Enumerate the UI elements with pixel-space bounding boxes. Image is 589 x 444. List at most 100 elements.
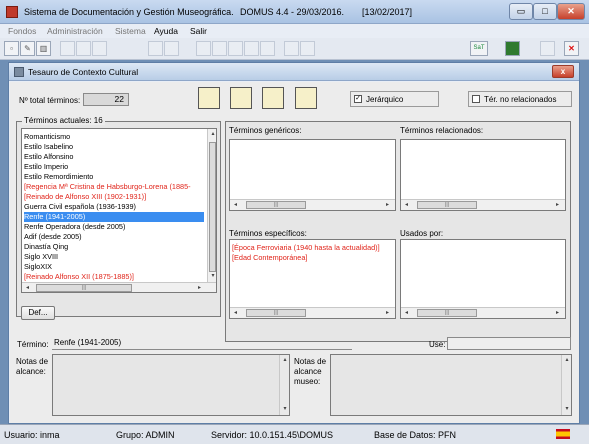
- list-item[interactable]: SigloXIX: [24, 262, 204, 272]
- sat-icon[interactable]: SaT: [470, 41, 488, 56]
- status-grupo: Grupo: ADMIN: [116, 430, 175, 440]
- list-item[interactable]: Estilo Imperio: [24, 162, 204, 172]
- toolbar-button-8[interactable]: [164, 41, 179, 56]
- scroll-thumb[interactable]: |||: [417, 201, 477, 209]
- app-version: DOMUS 4.4 - 29/03/2016.: [240, 7, 345, 17]
- list-item[interactable]: Estilo Isabelino: [24, 142, 204, 152]
- toolbar-button-13[interactable]: [260, 41, 275, 56]
- use-field[interactable]: [447, 337, 571, 350]
- jerarquico-checkbox[interactable]: ✓: [354, 95, 362, 103]
- exit-door-icon[interactable]: [505, 41, 520, 56]
- relacionados-list[interactable]: ◂ ||| ▸: [400, 139, 566, 211]
- notas-alcance-field[interactable]: ▴ ▾: [52, 354, 290, 416]
- tree-view-icon[interactable]: [198, 87, 220, 109]
- minimize-button[interactable]: ▭: [509, 3, 533, 20]
- list-item[interactable]: [Época Ferroviaria (1940 hasta la actual…: [232, 243, 412, 253]
- scroll-down-arrow[interactable]: ▾: [208, 271, 216, 281]
- especificos-list[interactable]: [Época Ferroviaria (1940 hasta la actual…: [229, 239, 396, 319]
- cancel-icon[interactable]: ✕: [564, 41, 579, 56]
- notas-alcance-museo-field[interactable]: ▴ ▾: [330, 354, 572, 416]
- list-item[interactable]: Dinastía Qing: [24, 242, 204, 252]
- scroll-left-arrow[interactable]: ◂: [230, 200, 241, 210]
- list-item[interactable]: [Reinado de Alfonso XIII (1902-1931)]: [24, 192, 204, 202]
- terms-hscroll[interactable]: ◂ ||| ▸: [22, 282, 216, 292]
- status-servidor: Servidor: 10.0.151.45\DOMUS: [211, 430, 334, 440]
- toolbar-button-12[interactable]: [244, 41, 259, 56]
- jerarquico-box: ✓ Jerárquico: [350, 91, 439, 107]
- binoculars-search-icon[interactable]: [230, 87, 252, 109]
- binoculars-icon[interactable]: [228, 41, 243, 56]
- genericos-hscroll[interactable]: ◂ ||| ▸: [230, 199, 395, 210]
- scroll-up-arrow[interactable]: ▴: [280, 355, 290, 365]
- list-item[interactable]: Renfe (1941-2005): [24, 212, 204, 222]
- list-item[interactable]: Romanticismo: [24, 132, 204, 142]
- list-item[interactable]: Renfe Operadora (desde 2005): [24, 222, 204, 232]
- list-item[interactable]: Estilo Alfonsino: [24, 152, 204, 162]
- usados-list[interactable]: ◂ ||| ▸: [400, 239, 566, 319]
- menu-administracion[interactable]: Administración: [47, 26, 103, 36]
- def-button[interactable]: Def...: [21, 306, 55, 320]
- list-item[interactable]: Siglo XVIII: [24, 252, 204, 262]
- especificos-hscroll[interactable]: ◂ ||| ▸: [230, 307, 395, 318]
- delete-trash-icon[interactable]: ▥: [36, 41, 51, 56]
- scroll-up-arrow[interactable]: ▴: [208, 129, 216, 139]
- toolbar-button-5[interactable]: [76, 41, 91, 56]
- scroll-up-arrow[interactable]: ▴: [562, 355, 572, 365]
- edit-pencil-icon[interactable]: ✎: [20, 41, 35, 56]
- scroll-right-arrow[interactable]: ▸: [194, 283, 205, 292]
- term-card-icon[interactable]: [262, 87, 284, 109]
- scroll-left-arrow[interactable]: ◂: [230, 308, 241, 318]
- scroll-right-arrow[interactable]: ▸: [552, 200, 563, 210]
- list-item[interactable]: Estilo Remordimiento: [24, 172, 204, 182]
- status-usuario: Usuario: inma: [4, 430, 60, 440]
- scroll-right-arrow[interactable]: ▸: [382, 308, 393, 318]
- toolbar-button-6[interactable]: [92, 41, 107, 56]
- list-item[interactable]: [Regencia Mª Cristina de Habsburgo-Loren…: [24, 182, 204, 192]
- tesauro-title: Tesauro de Contexto Cultural: [28, 67, 139, 77]
- scroll-down-arrow[interactable]: ▾: [562, 404, 572, 414]
- tesauro-title-bar: Tesauro de Contexto Cultural x: [9, 63, 579, 81]
- term-report-icon[interactable]: [295, 87, 317, 109]
- toolbar-button-4[interactable]: [60, 41, 75, 56]
- scroll-thumb[interactable]: |||: [246, 309, 306, 317]
- scroll-thumb[interactable]: |||: [417, 309, 477, 317]
- maximize-button[interactable]: □: [533, 3, 557, 20]
- toolbar-button-15[interactable]: [300, 41, 315, 56]
- list-item[interactable]: Adif (desde 2005): [24, 232, 204, 242]
- relacionados-hscroll[interactable]: ◂ ||| ▸: [401, 199, 565, 210]
- terms-vscroll[interactable]: ▴ ▾: [207, 129, 216, 282]
- scroll-thumb[interactable]: |||: [36, 284, 132, 292]
- menu-salir[interactable]: Salir: [190, 26, 207, 36]
- notas-alcance-vscroll[interactable]: ▴ ▾: [279, 355, 289, 415]
- scroll-down-arrow[interactable]: ▾: [280, 404, 290, 414]
- close-button[interactable]: ✕: [557, 3, 585, 20]
- app-logo-icon: [6, 6, 18, 18]
- tesauro-window: Tesauro de Contexto Cultural x Nº total …: [8, 62, 580, 424]
- ter-no-rel-checkbox[interactable]: [472, 95, 480, 103]
- scroll-left-arrow[interactable]: ◂: [22, 283, 33, 292]
- usados-hscroll[interactable]: ◂ ||| ▸: [401, 307, 565, 318]
- toolbar-button-18[interactable]: [540, 41, 555, 56]
- list-item[interactable]: [Edad Contemporánea]: [232, 253, 412, 263]
- terms-list[interactable]: Romanticismo Estilo Isabelino Estilo Alfon…: [21, 128, 217, 293]
- toolbar-button-14[interactable]: [284, 41, 299, 56]
- list-item[interactable]: [Reinado Alfonso XII (1875-1885)]: [24, 272, 204, 282]
- menu-sistema[interactable]: Sistema: [115, 26, 146, 36]
- toolbar-button-9[interactable]: [196, 41, 211, 56]
- scroll-right-arrow[interactable]: ▸: [552, 308, 563, 318]
- menu-fondos[interactable]: Fondos: [8, 26, 36, 36]
- toolbar-button-7[interactable]: [148, 41, 163, 56]
- scroll-left-arrow[interactable]: ◂: [401, 308, 412, 318]
- menu-ayuda[interactable]: Ayuda: [154, 26, 178, 36]
- termino-field[interactable]: Renfe (1941-2005): [52, 337, 352, 350]
- scroll-thumb[interactable]: [209, 142, 216, 272]
- toolbar-button-10[interactable]: [212, 41, 227, 56]
- list-item[interactable]: Guerra Civil española (1936-1939): [24, 202, 204, 212]
- genericos-list[interactable]: ◂ ||| ▸: [229, 139, 396, 211]
- scroll-thumb[interactable]: |||: [246, 201, 306, 209]
- notas-alcance-museo-vscroll[interactable]: ▴ ▾: [561, 355, 571, 415]
- tesauro-close-button[interactable]: x: [552, 65, 574, 78]
- new-document-icon[interactable]: ▫: [4, 41, 19, 56]
- scroll-left-arrow[interactable]: ◂: [401, 200, 412, 210]
- scroll-right-arrow[interactable]: ▸: [382, 200, 393, 210]
